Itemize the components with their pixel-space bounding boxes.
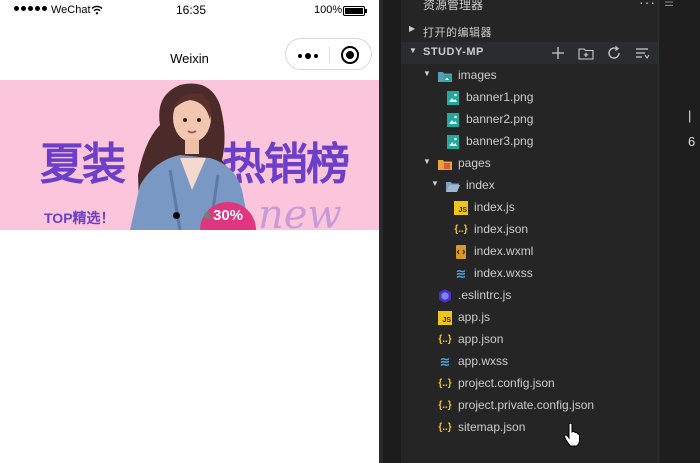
wxss-file-icon: ≋ bbox=[439, 354, 451, 369]
wxml-file-icon bbox=[456, 245, 466, 259]
chevron-down-icon: ▼ bbox=[423, 69, 431, 78]
explorer-header: 资源管理器 ··· bbox=[401, 0, 658, 14]
json-file-icon: {..} bbox=[438, 422, 452, 433]
swiper-banner[interactable]: new 夏装 热销榜 TOP精选！ 30% bbox=[0, 80, 379, 230]
tree-folder-pages[interactable]: ▼ pages bbox=[401, 153, 658, 175]
banner-subtitle: TOP精选！ bbox=[44, 210, 115, 226]
chevron-down-icon: ▼ bbox=[409, 46, 417, 55]
refresh-icon[interactable] bbox=[605, 44, 623, 62]
editor-area-edge: ☰ | 6 bbox=[658, 0, 700, 463]
tree-file-index-js[interactable]: JS index.js bbox=[401, 197, 658, 219]
tree-file-sitemap[interactable]: {..} sitemap.json bbox=[401, 417, 658, 439]
wxss-file-icon: ≋ bbox=[455, 266, 467, 281]
battery-percent: 100% bbox=[314, 4, 343, 16]
status-time: 16:35 bbox=[176, 3, 207, 17]
tree-item-label: sitemap.json bbox=[458, 420, 526, 434]
tree-item-label: project.config.json bbox=[458, 376, 555, 390]
wifi-icon bbox=[91, 5, 103, 15]
open-editors-section[interactable]: ▶ 打开的编辑器 bbox=[401, 20, 658, 42]
tree-file-banner2[interactable]: banner2.png bbox=[401, 109, 658, 131]
tree-file-banner1[interactable]: banner1.png bbox=[401, 87, 658, 109]
new-folder-icon[interactable] bbox=[577, 44, 595, 62]
tree-item-label: app.json bbox=[458, 332, 504, 346]
tree-file-index-wxml[interactable]: index.wxml bbox=[401, 241, 658, 263]
project-section[interactable]: ▼ STUDY-MP bbox=[401, 42, 658, 64]
js-file-icon: JS bbox=[438, 311, 452, 325]
tree-file-project-private-config[interactable]: {..} project.private.config.json bbox=[401, 395, 658, 417]
banner-new-text: new bbox=[258, 192, 342, 230]
chevron-right-icon: ▶ bbox=[409, 24, 416, 33]
swiper-indicator-dot[interactable] bbox=[204, 212, 211, 219]
tree-item-label: index.js bbox=[474, 200, 515, 214]
image-file-icon bbox=[447, 113, 459, 127]
tree-item-label: project.private.config.json bbox=[458, 398, 595, 412]
folder-open-icon bbox=[446, 182, 460, 192]
tree-file-banner3[interactable]: banner3.png bbox=[401, 131, 658, 153]
tree-file-index-wxss[interactable]: ≋ index.wxss bbox=[401, 263, 658, 285]
more-dots-icon[interactable] bbox=[298, 53, 318, 59]
tree-item-label: app.wxss bbox=[458, 354, 509, 368]
tree-folder-index[interactable]: ▼ index bbox=[401, 175, 658, 197]
js-file-icon: JS bbox=[454, 201, 468, 215]
image-file-icon bbox=[447, 135, 459, 149]
swiper-indicator-dot[interactable] bbox=[173, 212, 180, 219]
editor-fragment: 6 bbox=[688, 134, 696, 149]
json-file-icon: {..} bbox=[438, 400, 452, 411]
tree-file-index-json[interactable]: {..} index.json bbox=[401, 219, 658, 241]
pages-folder-icon bbox=[438, 160, 452, 170]
hand-pointer-icon bbox=[563, 422, 580, 447]
json-file-icon: {..} bbox=[454, 224, 468, 235]
tree-file-app-js[interactable]: JS app.js bbox=[401, 307, 658, 329]
explorer-panel: 资源管理器 ··· ▶ 打开的编辑器 ▼ STUDY-MP ▼ images b… bbox=[383, 0, 700, 463]
carrier-label: WeChat bbox=[51, 4, 91, 16]
close-miniprogram-icon[interactable] bbox=[341, 46, 359, 64]
tree-item-label: .eslintrc.js bbox=[458, 288, 512, 302]
tree-item-label: pages bbox=[458, 156, 491, 170]
json-file-icon: {..} bbox=[438, 378, 452, 389]
eslint-file-icon bbox=[439, 289, 451, 303]
tree-item-label: app.js bbox=[458, 310, 491, 324]
tree-item-label: index.json bbox=[474, 222, 529, 236]
navigation-bar: Weixin bbox=[0, 22, 379, 80]
list-icon: ☰ bbox=[664, 0, 674, 9]
tree-item-label: banner1.png bbox=[466, 90, 534, 104]
battery-icon bbox=[343, 6, 367, 16]
project-actions bbox=[549, 44, 651, 62]
signal-icon bbox=[14, 6, 47, 11]
simulator-phone: WeChat 16:35 100% Weixin new 夏装 热销榜 TOP精… bbox=[0, 0, 383, 463]
tree-item-label: index.wxml bbox=[474, 244, 534, 258]
activity-bar-edge bbox=[383, 0, 401, 463]
tree-file-app-wxss[interactable]: ≋ app.wxss bbox=[401, 351, 658, 373]
project-name: STUDY-MP bbox=[423, 46, 484, 58]
chevron-down-icon: ▼ bbox=[431, 179, 439, 188]
explorer-title: 资源管理器 bbox=[423, 0, 484, 12]
tree-file-eslintrc[interactable]: .eslintrc.js bbox=[401, 285, 658, 307]
images-folder-icon bbox=[438, 72, 452, 82]
tree-item-label: banner2.png bbox=[466, 112, 534, 126]
editor-fragment: | bbox=[688, 108, 692, 123]
chevron-down-icon: ▼ bbox=[423, 157, 431, 166]
tree-file-app-json[interactable]: {..} app.json bbox=[401, 329, 658, 351]
json-file-icon: {..} bbox=[438, 334, 452, 345]
status-bar: WeChat 16:35 100% bbox=[0, 0, 379, 22]
tree-item-label: banner3.png bbox=[466, 134, 534, 148]
tree-folder-images[interactable]: ▼ images bbox=[401, 65, 658, 87]
tree-item-label: index.wxss bbox=[474, 266, 533, 280]
more-actions-icon[interactable]: ··· bbox=[639, 0, 656, 10]
new-file-icon[interactable] bbox=[549, 44, 567, 62]
menu-capsule bbox=[285, 38, 372, 70]
tree-item-label: images bbox=[458, 68, 497, 82]
tree-item-label: index bbox=[466, 178, 495, 192]
open-editors-label: 打开的编辑器 bbox=[423, 27, 492, 39]
ide-window: WeChat 16:35 100% Weixin new 夏装 热销榜 TOP精… bbox=[0, 0, 700, 463]
image-file-icon bbox=[447, 91, 459, 105]
tree-file-project-config[interactable]: {..} project.config.json bbox=[401, 373, 658, 395]
capsule-divider bbox=[329, 47, 330, 63]
collapse-all-icon[interactable] bbox=[633, 44, 651, 62]
